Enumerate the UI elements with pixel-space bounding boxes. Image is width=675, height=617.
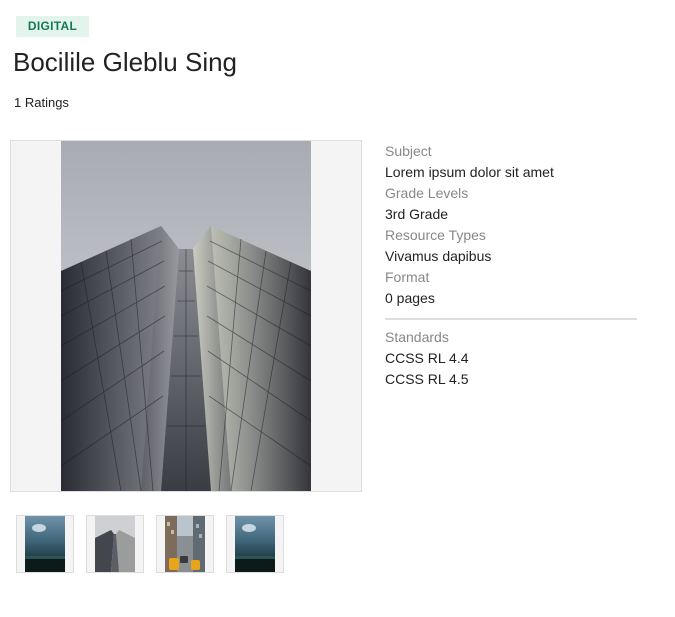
thumbnail-skyscraper-image: [95, 516, 135, 572]
main-image-viewer[interactable]: [10, 140, 362, 492]
format-value: 0 pages: [385, 290, 435, 306]
resource-types-value[interactable]: Vivamus dapibus: [385, 246, 637, 267]
standards-label: Standards: [385, 329, 449, 345]
thumbnail-storm-sky-image: [235, 516, 275, 572]
thumbnail-4[interactable]: [226, 515, 284, 573]
resource-details: Subject Lorem ipsum dolor sit amet Grade…: [385, 141, 637, 390]
standard-item[interactable]: CCSS RL 4.4: [385, 348, 637, 369]
format-badge: DIGITAL: [16, 16, 89, 37]
resource-types-label: Resource Types: [385, 227, 486, 243]
thumbnail-city-street-taxi-image: [165, 516, 205, 572]
subject-label: Subject: [385, 143, 432, 159]
thumbnail-3[interactable]: [156, 515, 214, 573]
main-image-skyscraper[interactable]: [61, 141, 311, 491]
thumbnail-2[interactable]: [86, 515, 144, 573]
subject-value[interactable]: Lorem ipsum dolor sit amet: [385, 162, 637, 183]
grade-levels-label: Grade Levels: [385, 185, 469, 201]
thumbnail-1[interactable]: [16, 515, 74, 573]
grade-levels-value[interactable]: 3rd Grade: [385, 204, 637, 225]
details-divider: [385, 318, 637, 320]
format-label: Format: [385, 269, 430, 285]
ratings-count[interactable]: 1 Ratings: [14, 95, 69, 111]
thumbnail-storm-sky-image: [25, 516, 65, 572]
product-title: Bocilile Gleblu Sing: [13, 47, 238, 77]
standard-item[interactable]: CCSS RL 4.5: [385, 369, 637, 390]
